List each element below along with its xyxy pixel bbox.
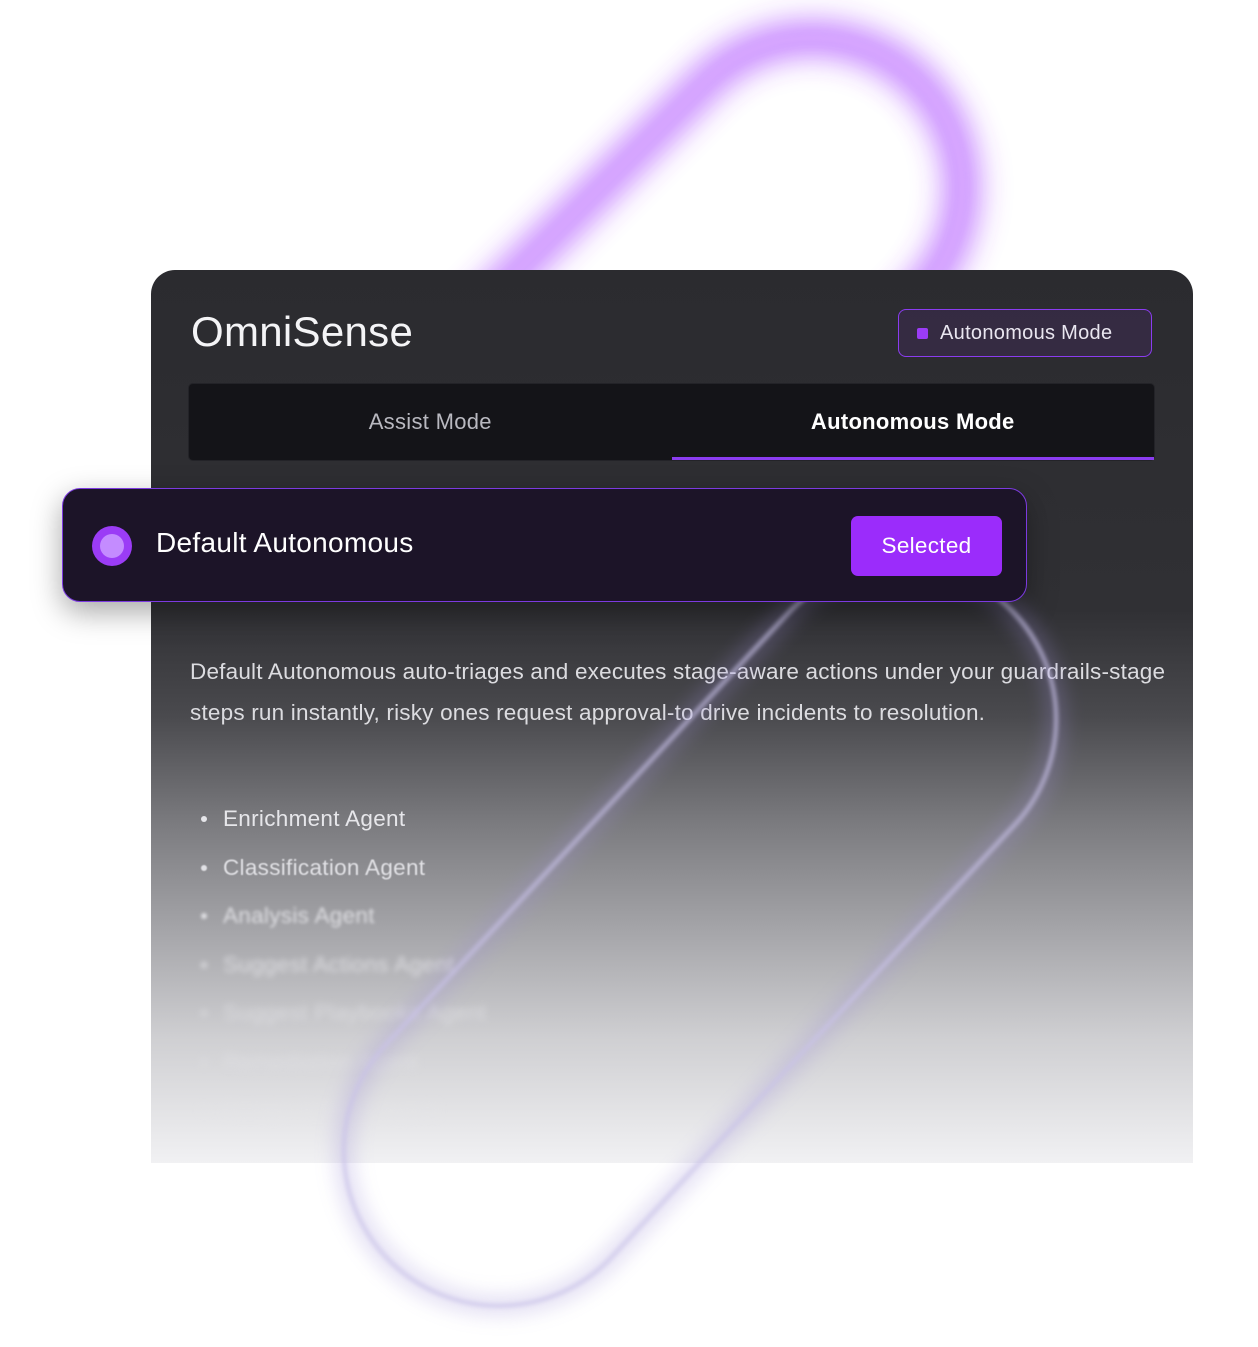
bullet-icon	[201, 816, 207, 823]
agent-label: Assign Analyst Agent	[223, 1097, 440, 1123]
mode-tabs: Assist Mode Autonomous Mode	[189, 384, 1154, 460]
bullet-icon	[201, 961, 207, 968]
bullet-icon	[201, 864, 207, 871]
option-card-default-autonomous[interactable]: Default Autonomous Selected	[62, 488, 1027, 602]
bullet-icon	[201, 913, 207, 920]
tab-assist-mode[interactable]: Assist Mode	[189, 384, 672, 460]
radio-inner	[100, 534, 124, 558]
agent-label: Suggest Playbooks Agent	[223, 1000, 487, 1026]
list-item: Classification Agent	[201, 844, 486, 893]
stage: OmniSense Autonomous Mode Assist Mode Au…	[0, 0, 1258, 1347]
list-item: Suggest Actions Agent	[201, 941, 486, 990]
list-item: Suggest Playbooks Agent	[201, 989, 486, 1038]
agent-label: Suggest Actions Agent	[223, 951, 455, 977]
list-item: Assign Analyst Agent	[201, 1086, 486, 1135]
selected-button[interactable]: Selected	[851, 516, 1002, 576]
bullet-icon	[201, 1058, 207, 1065]
mode-badge: Autonomous Mode	[898, 309, 1152, 357]
mode-panel: OmniSense Autonomous Mode Assist Mode Au…	[151, 270, 1193, 1163]
list-item: Remediation Agent	[201, 1038, 486, 1087]
bullet-icon	[201, 1107, 207, 1114]
option-title: Default Autonomous	[156, 527, 414, 558]
tab-autonomous-mode[interactable]: Autonomous Mode	[671, 384, 1155, 460]
bullet-icon	[201, 1010, 207, 1017]
agent-label: Enrichment Agent	[223, 806, 406, 832]
agent-list: Enrichment Agent Classification Agent An…	[201, 795, 486, 1135]
agent-label: Classification Agent	[223, 854, 426, 880]
square-dot-icon	[917, 327, 928, 339]
agent-label: Analysis Agent	[223, 903, 375, 929]
mode-badge-label: Autonomous Mode	[940, 321, 1113, 344]
agent-label: Remediation Agent	[223, 1048, 419, 1074]
page-title: OmniSense	[191, 308, 414, 355]
list-item: Analysis Agent	[201, 892, 486, 941]
radio-selected-icon[interactable]	[92, 526, 132, 566]
mode-description: Default Autonomous auto-triages and exec…	[190, 659, 1166, 725]
list-item: Enrichment Agent	[201, 795, 486, 844]
